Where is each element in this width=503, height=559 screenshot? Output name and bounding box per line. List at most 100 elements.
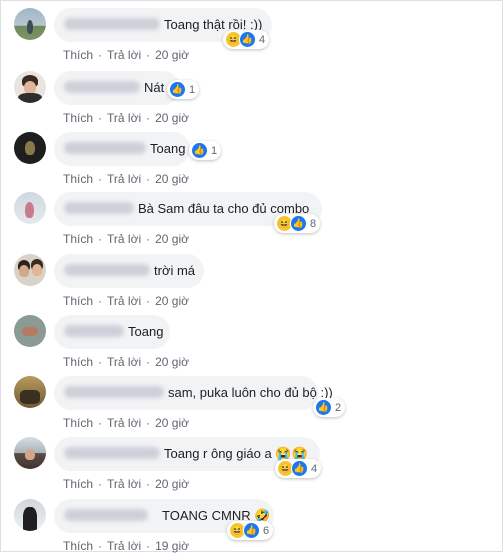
reply-link[interactable]: Trả lời bbox=[107, 232, 141, 246]
reaction-count: 6 bbox=[263, 524, 270, 537]
like-link[interactable]: Thích bbox=[63, 111, 93, 125]
reply-link[interactable]: Trả lời bbox=[107, 294, 141, 308]
comment-timestamp[interactable]: 20 giờ bbox=[155, 232, 189, 246]
like-link[interactable]: Thích bbox=[63, 477, 93, 491]
separator: · bbox=[146, 477, 151, 491]
like-link[interactable]: Thích bbox=[63, 48, 93, 62]
comment-actions: Thích · Trả lời · 20 giờ bbox=[63, 294, 189, 308]
like-link[interactable]: Thích bbox=[63, 416, 93, 430]
comment-bubble: Toang bbox=[54, 315, 170, 349]
author-name-blurred[interactable] bbox=[64, 202, 134, 214]
like-link[interactable]: Thích bbox=[63, 355, 93, 369]
separator: · bbox=[98, 294, 103, 308]
like-icon: 👍 bbox=[243, 522, 260, 539]
avatar[interactable] bbox=[14, 71, 46, 103]
avatar[interactable] bbox=[14, 8, 46, 40]
reaction-count: 4 bbox=[311, 462, 318, 475]
comment-timestamp[interactable]: 20 giờ bbox=[155, 111, 189, 125]
comment-timestamp[interactable]: 20 giờ bbox=[155, 48, 189, 62]
comment-timestamp[interactable]: 20 giờ bbox=[155, 355, 189, 369]
comment-item: Toang thật rồi! :)) 😆 👍 4 Thích · Trả lời ·… bbox=[1, 8, 503, 68]
comment-text: Toang bbox=[128, 324, 164, 339]
comment-timestamp[interactable]: 20 giờ bbox=[155, 477, 189, 491]
separator: · bbox=[98, 172, 103, 186]
separator: · bbox=[98, 477, 103, 491]
reaction-summary[interactable]: 😆 👍 8 bbox=[274, 214, 321, 233]
like-link[interactable]: Thích bbox=[63, 232, 93, 246]
like-icon: 👍 bbox=[239, 31, 256, 48]
avatar[interactable] bbox=[14, 376, 46, 408]
separator: · bbox=[146, 232, 151, 246]
comment-item: trời má Thích · Trả lời · 20 giờ bbox=[1, 254, 503, 314]
separator: · bbox=[146, 111, 151, 125]
separator: · bbox=[98, 355, 103, 369]
author-name-blurred[interactable] bbox=[64, 386, 164, 398]
reply-link[interactable]: Trả lời bbox=[107, 539, 141, 553]
author-name-blurred[interactable] bbox=[64, 18, 160, 30]
author-name-blurred[interactable] bbox=[64, 325, 124, 337]
reaction-summary[interactable]: 😆 👍 6 bbox=[227, 521, 274, 540]
separator: · bbox=[146, 172, 151, 186]
author-name-blurred[interactable] bbox=[64, 509, 148, 521]
like-icon: 👍 bbox=[191, 142, 208, 159]
like-link[interactable]: Thích bbox=[63, 294, 93, 308]
comment-bubble: sam, puka luôn cho đủ bộ :)) bbox=[54, 376, 333, 410]
author-name-blurred[interactable] bbox=[64, 264, 150, 276]
avatar[interactable] bbox=[14, 315, 46, 347]
separator: · bbox=[98, 48, 103, 62]
reaction-count: 1 bbox=[211, 144, 218, 157]
comment-item: TOANG CMNR 🤣 😆 👍 6 Thích · Trả lời · 19 giờ bbox=[1, 499, 503, 559]
reaction-summary[interactable]: 👍 1 bbox=[189, 141, 222, 160]
separator: · bbox=[98, 416, 103, 430]
separator: · bbox=[146, 48, 151, 62]
separator: · bbox=[146, 539, 151, 553]
comment-actions: Thích · Trả lời · 20 giờ bbox=[63, 111, 189, 125]
comment-item: Toang 👍 1 Thích · Trả lời · 20 giờ bbox=[1, 132, 503, 192]
comment-actions: Thích · Trả lời · 20 giờ bbox=[63, 355, 189, 369]
comment-timestamp[interactable]: 19 giờ bbox=[155, 539, 189, 553]
comment-actions: Thích · Trả lời · 20 giờ bbox=[63, 416, 189, 430]
avatar[interactable] bbox=[14, 132, 46, 164]
reaction-count: 4 bbox=[259, 33, 266, 46]
like-link[interactable]: Thích bbox=[63, 539, 93, 553]
like-icon: 👍 bbox=[315, 399, 332, 416]
comment-actions: Thích · Trả lời · 20 giờ bbox=[63, 477, 189, 491]
comment-timestamp[interactable]: 20 giờ bbox=[155, 172, 189, 186]
author-name-blurred[interactable] bbox=[64, 447, 160, 459]
comment-actions: Thích · Trả lời · 19 giờ bbox=[63, 539, 189, 553]
avatar[interactable] bbox=[14, 192, 46, 224]
comment-timestamp[interactable]: 20 giờ bbox=[155, 294, 189, 308]
reaction-summary[interactable]: 😆 👍 4 bbox=[223, 30, 270, 49]
reaction-count: 8 bbox=[310, 217, 317, 230]
reply-link[interactable]: Trả lời bbox=[107, 355, 141, 369]
avatar[interactable] bbox=[14, 254, 46, 286]
comment-thread: Toang thật rồi! :)) 😆 👍 4 Thích · Trả lời ·… bbox=[0, 0, 503, 553]
like-link[interactable]: Thích bbox=[63, 172, 93, 186]
comment-actions: Thích · Trả lời · 20 giờ bbox=[63, 232, 189, 246]
comment-bubble: Nát bbox=[54, 71, 180, 105]
reply-link[interactable]: Trả lời bbox=[107, 111, 141, 125]
reaction-summary[interactable]: 😆 👍 4 bbox=[275, 459, 322, 478]
separator: · bbox=[98, 539, 103, 553]
reply-link[interactable]: Trả lời bbox=[107, 172, 141, 186]
separator: · bbox=[146, 416, 151, 430]
like-icon: 👍 bbox=[169, 81, 186, 98]
comment-text: Toang bbox=[150, 141, 186, 156]
comment-actions: Thích · Trả lời · 20 giờ bbox=[63, 48, 189, 62]
separator: · bbox=[146, 294, 151, 308]
reaction-count: 2 bbox=[335, 401, 342, 414]
reply-link[interactable]: Trả lời bbox=[107, 416, 141, 430]
reaction-summary[interactable]: 👍 1 bbox=[167, 80, 200, 99]
reaction-summary[interactable]: 👍 2 bbox=[313, 398, 346, 417]
separator: · bbox=[98, 111, 103, 125]
comment-bubble: Toang bbox=[54, 132, 190, 166]
comment-bubble: trời má bbox=[54, 254, 204, 288]
reply-link[interactable]: Trả lời bbox=[107, 48, 141, 62]
avatar[interactable] bbox=[14, 499, 46, 531]
author-name-blurred[interactable] bbox=[64, 142, 146, 154]
author-name-blurred[interactable] bbox=[64, 81, 140, 93]
comment-item: Nát 👍 1 Thích · Trả lời · 20 giờ bbox=[1, 71, 503, 131]
reply-link[interactable]: Trả lời bbox=[107, 477, 141, 491]
avatar[interactable] bbox=[14, 437, 46, 469]
comment-timestamp[interactable]: 20 giờ bbox=[155, 416, 189, 430]
